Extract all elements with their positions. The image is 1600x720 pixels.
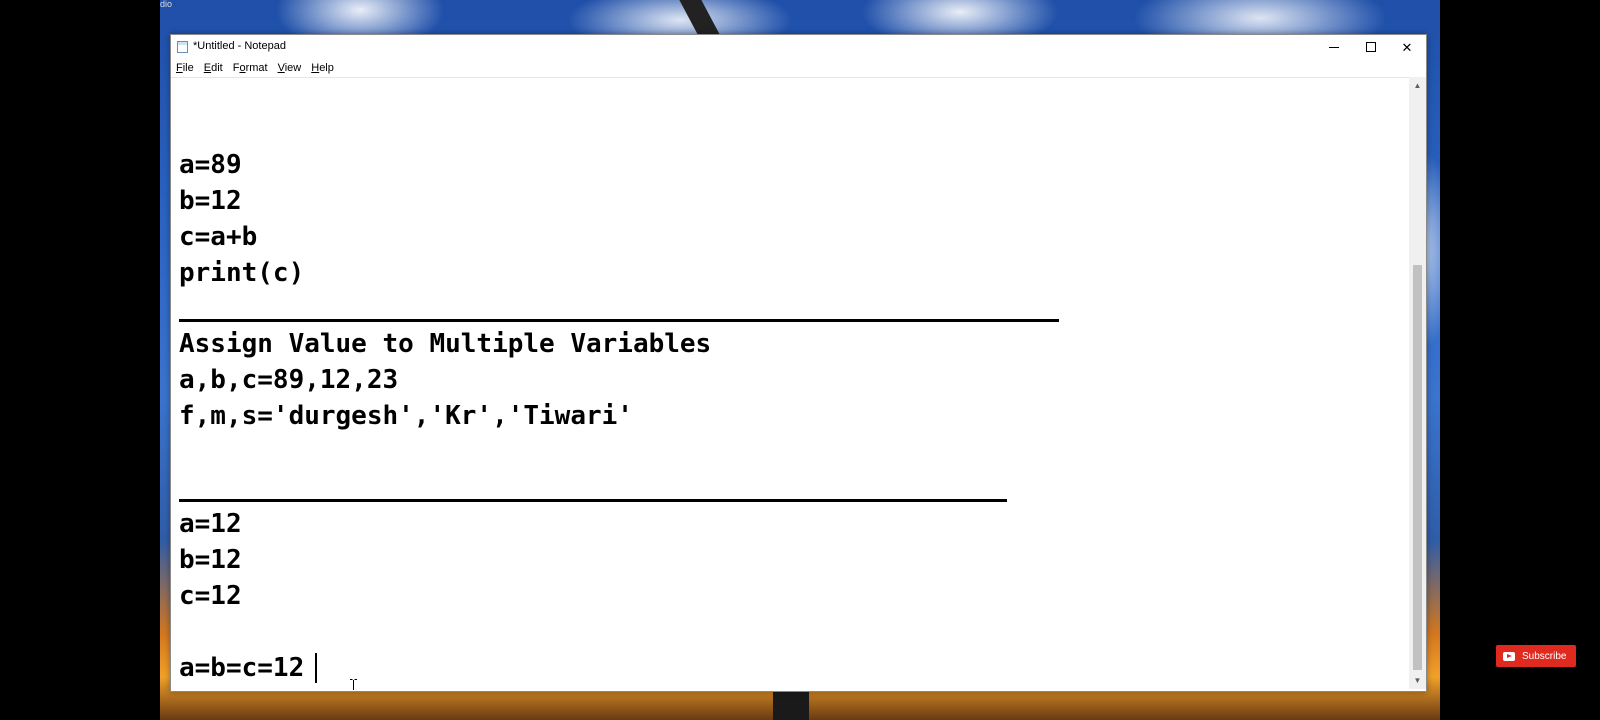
- editor-line-6: a,b,c=89,12,23: [179, 365, 399, 395]
- editor-line-7: f,m,s='durgesh','Kr','Tiwari': [179, 401, 633, 431]
- close-icon: ✕: [1401, 39, 1413, 55]
- youtube-play-icon: [1503, 651, 1515, 661]
- menu-bar: File Edit Format View Help: [171, 59, 1426, 77]
- minimize-button[interactable]: [1316, 35, 1352, 59]
- editor-line-11: a=b=c=12: [179, 653, 305, 683]
- editor-line-3: c=a+b: [179, 222, 258, 252]
- title-bar[interactable]: *Untitled - Notepad ✕: [171, 35, 1426, 59]
- vertical-scrollbar[interactable]: ▲ ▼: [1409, 77, 1426, 689]
- close-button[interactable]: ✕: [1389, 35, 1425, 59]
- editor-line-8: a=12: [179, 509, 242, 539]
- editor-line-4: print(c): [179, 258, 305, 288]
- notepad-window: *Untitled - Notepad ✕ File Edit Format V…: [170, 34, 1427, 692]
- menu-edit[interactable]: Edit: [204, 62, 223, 74]
- menu-help[interactable]: Help: [311, 62, 334, 74]
- editor-line-1: a=89: [179, 150, 242, 180]
- text-editor-area[interactable]: a=89 b=12 c=a+b print(c) Assign Value to…: [171, 77, 1409, 690]
- minimize-icon: [1329, 46, 1339, 48]
- maximize-button[interactable]: [1353, 35, 1389, 59]
- subscribe-button[interactable]: Subscribe: [1496, 645, 1576, 667]
- subscribe-label: Subscribe: [1522, 650, 1567, 662]
- separator-line-1: [179, 319, 1059, 322]
- scroll-down-arrow-icon[interactable]: ▼: [1409, 672, 1426, 689]
- editor-line-2: b=12: [179, 186, 242, 216]
- menu-file-mnemonic: F: [176, 62, 183, 74]
- menu-file[interactable]: File: [176, 62, 194, 74]
- editor-line-9: b=12: [179, 545, 242, 575]
- menu-view-mnemonic: V: [277, 62, 285, 74]
- menu-format-rest: rmat: [245, 62, 268, 74]
- scrollbar-thumb[interactable]: [1413, 265, 1422, 670]
- menu-view[interactable]: View: [278, 62, 302, 74]
- maximize-icon: [1366, 42, 1376, 52]
- menu-edit-rest: dit: [211, 62, 223, 74]
- menu-help-mnemonic: H: [311, 62, 320, 74]
- menu-view-rest: iew: [284, 62, 302, 74]
- text-caret: [315, 653, 317, 683]
- separator-line-2: [179, 499, 1007, 502]
- menu-edit-mnemonic: E: [203, 62, 212, 74]
- corner-text: dio: [160, 0, 173, 9]
- editor-line-5: Assign Value to Multiple Variables: [179, 329, 712, 359]
- ibeam-cursor-icon: [350, 679, 357, 690]
- menu-format[interactable]: Format: [233, 62, 268, 74]
- menu-help-rest: elp: [319, 62, 334, 74]
- scroll-up-arrow-icon[interactable]: ▲: [1409, 77, 1426, 94]
- screen: dio *Untitled - Notepad ✕ File Edit Form…: [0, 0, 1600, 720]
- menu-file-rest: ile: [182, 62, 194, 74]
- editor-line-10: c=12: [179, 581, 242, 611]
- notepad-icon[interactable]: [177, 41, 188, 53]
- window-title: *Untitled - Notepad: [193, 40, 286, 52]
